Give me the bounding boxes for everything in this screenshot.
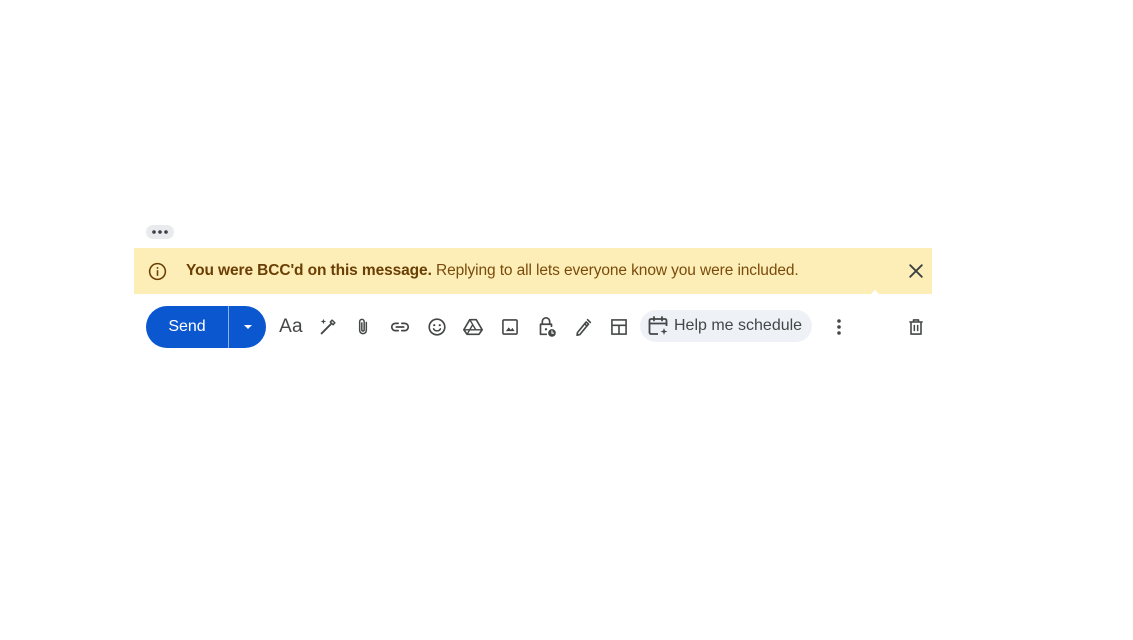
- banner-message: You were BCC'd on this message. Replying…: [186, 262, 799, 280]
- help-me-schedule-button[interactable]: Help me schedule: [640, 310, 813, 342]
- paperclip-icon: [358, 318, 368, 335]
- show-trimmed-content-button[interactable]: [146, 225, 174, 239]
- arrow-drop-down-icon: [243, 325, 252, 329]
- magic-pen-icon: [320, 318, 336, 335]
- discard-draft-button[interactable]: [902, 313, 930, 341]
- info-icon: [146, 260, 168, 282]
- trash-icon: [909, 319, 923, 335]
- calendar-sparkle-icon: [648, 316, 668, 335]
- emoji-icon: [428, 318, 446, 336]
- insert-link-button[interactable]: [386, 313, 414, 341]
- more-vert-icon: [837, 319, 841, 335]
- insert-signature-button[interactable]: [569, 313, 597, 341]
- insert-drive-file-button[interactable]: [459, 313, 487, 341]
- insert-emoji-button[interactable]: [423, 313, 451, 341]
- link-icon: [390, 322, 410, 332]
- confidential-mode-button[interactable]: [532, 313, 560, 341]
- send-button-group: Send: [146, 306, 266, 348]
- close-icon: [909, 264, 923, 278]
- photo-icon: [502, 319, 518, 335]
- bcc-warning-banner: You were BCC'd on this message. Replying…: [134, 248, 932, 294]
- drive-icon: [463, 318, 483, 336]
- more-options-button[interactable]: [825, 313, 853, 341]
- send-button[interactable]: Send: [146, 306, 228, 348]
- insert-photo-button[interactable]: [496, 313, 524, 341]
- compose-toolbar: Send Aa Help me schedule: [146, 306, 932, 348]
- help-me-write-button[interactable]: [314, 313, 342, 341]
- layout-icon: [611, 319, 627, 335]
- gmail-reply-compose: You were BCC'd on this message. Replying…: [0, 0, 1133, 640]
- more-horiz-icon: [152, 230, 168, 234]
- help-me-schedule-label: Help me schedule: [674, 317, 803, 334]
- lock-clock-icon: [539, 317, 556, 337]
- more-send-options-button[interactable]: [229, 306, 266, 348]
- formatting-options-button[interactable]: Aa: [277, 313, 305, 341]
- layouts-button[interactable]: [605, 313, 633, 341]
- banner-pointer: [868, 290, 882, 297]
- banner-bold-text: You were BCC'd on this message.: [186, 262, 432, 279]
- dismiss-banner-button[interactable]: [904, 259, 928, 283]
- attach-files-button[interactable]: [349, 313, 377, 341]
- pen-icon: [576, 318, 592, 337]
- banner-body-text: Replying to all lets everyone know you w…: [431, 262, 799, 279]
